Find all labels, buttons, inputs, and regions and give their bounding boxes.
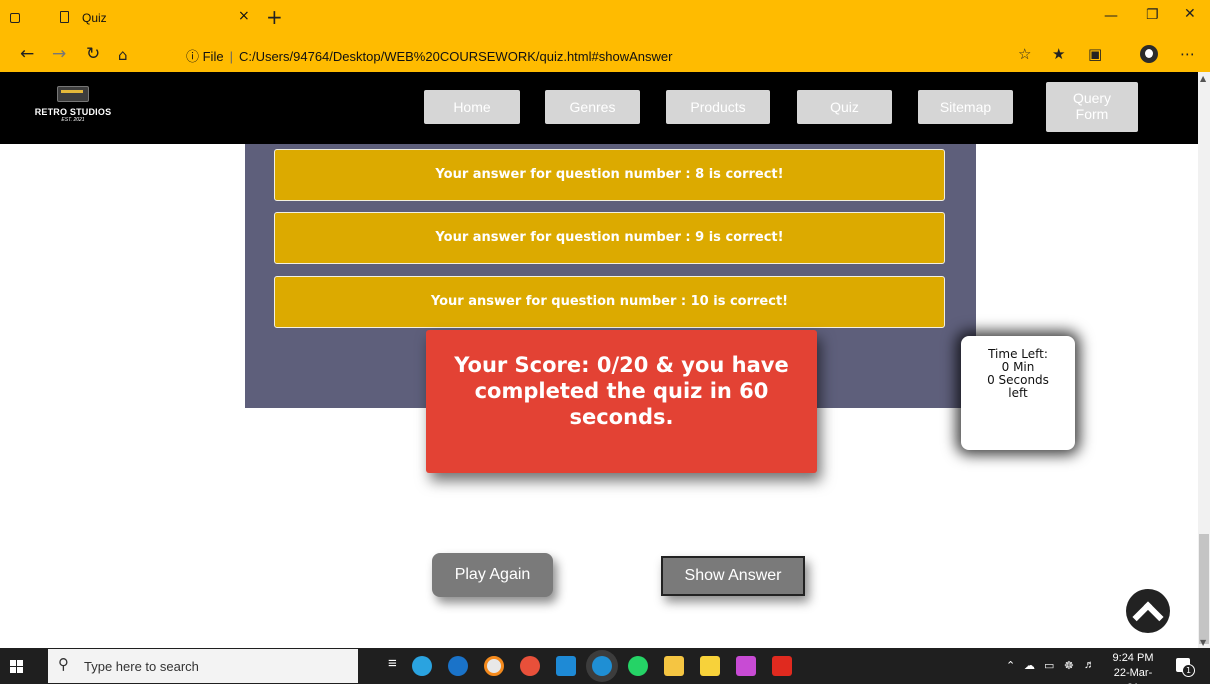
site-logo[interactable]: RETRO STUDIOS EST. 2021	[32, 86, 114, 123]
answer-result: Your answer for question number : 9 is c…	[274, 212, 945, 264]
nav-home[interactable]: Home	[424, 90, 520, 124]
nav-genres[interactable]: Genres	[545, 90, 640, 124]
chrome-icon[interactable]	[520, 656, 540, 676]
notifications-icon[interactable]: 1	[1176, 658, 1195, 677]
scroll-up-icon[interactable]: ▲	[1200, 74, 1206, 83]
site-info-label[interactable]: ⓘ File	[186, 49, 224, 64]
taskbar-clock[interactable]: 9:24 PM 22-Mar-21	[1110, 651, 1156, 696]
play-again-button[interactable]: Play Again	[432, 553, 553, 597]
address-bar-row: ← → ↻ ⌂ ⓘ File | C:/Users/94764/Desktop/WE…	[0, 36, 1210, 72]
scroll-to-top-button[interactable]	[1126, 589, 1170, 633]
address-field[interactable]: ⓘ File | C:/Users/94764/Desktop/WEB%20COUR…	[186, 46, 672, 65]
collections-icon[interactable]: ▣	[1088, 45, 1102, 63]
windows-start-icon[interactable]	[10, 660, 23, 673]
acrobat-icon[interactable]	[772, 656, 792, 676]
logo-tagline: EST. 2021	[61, 117, 85, 123]
logo-name: RETRO STUDIOS	[34, 107, 112, 117]
refresh-icon[interactable]: ↻	[86, 44, 100, 64]
score-summary: Your Score: 0/20 & you have completed th…	[426, 330, 817, 473]
clock-date: 22-Mar-21	[1113, 667, 1153, 694]
close-tab-icon[interactable]: ×	[238, 8, 250, 24]
home-icon[interactable]: ⌂	[118, 46, 128, 64]
address-separator: |	[229, 49, 233, 64]
onedrive-icon[interactable]: ☁	[1024, 659, 1035, 672]
clock-time: 9:24 PM	[1112, 652, 1154, 664]
tab-actions-icon[interactable]	[10, 13, 20, 23]
scrollbar-thumb[interactable]	[1199, 534, 1209, 644]
back-icon[interactable]: ←	[20, 44, 34, 64]
battery-icon[interactable]: ▭	[1044, 659, 1054, 672]
favorite-add-icon[interactable]: ☆	[1018, 45, 1031, 63]
browser-tab-bar: Quiz × + — ❐ ✕	[0, 0, 1210, 36]
minimize-icon[interactable]: —	[1104, 8, 1118, 24]
new-tab-button[interactable]: +	[266, 5, 283, 29]
search-placeholder: Type here to search	[84, 659, 199, 674]
page-icon	[60, 11, 69, 23]
taskbar: ⚲ Type here to search ≡ ⌃ ☁ ▭ ☸ ♬ 9:24 P…	[0, 648, 1210, 694]
favorites-icon[interactable]: ★	[1052, 45, 1065, 63]
show-answer-button[interactable]: Show Answer	[661, 556, 805, 596]
nav-quiz[interactable]: Quiz	[797, 90, 892, 124]
volume-icon[interactable]: ♬	[1084, 659, 1095, 671]
page-scrollbar[interactable]: ▲ ▼	[1198, 72, 1210, 648]
edge-icon[interactable]	[592, 656, 612, 676]
close-window-icon[interactable]: ✕	[1184, 6, 1196, 22]
forward-icon[interactable]: →	[52, 44, 66, 64]
mail-icon[interactable]	[448, 656, 468, 676]
time-left-box: Time Left: 0 Min 0 Seconds left	[961, 336, 1075, 450]
nav-query-form-line1: Query	[1072, 90, 1112, 106]
search-icon: ⚲	[58, 655, 69, 673]
url-text[interactable]: C:/Users/94764/Desktop/WEB%20COURSEWORK/…	[239, 49, 672, 64]
vscode-icon[interactable]	[556, 656, 576, 676]
taskbar-search-box[interactable]: ⚲ Type here to search	[48, 649, 358, 683]
timer-line-4: left	[1008, 386, 1028, 400]
network-icon[interactable]: ☸	[1064, 659, 1074, 672]
restore-icon[interactable]: ❐	[1146, 7, 1159, 23]
more-menu-icon[interactable]: ⋯	[1180, 45, 1195, 63]
file-explorer-icon[interactable]	[664, 656, 684, 676]
nav-query-form-line2: Form	[1075, 106, 1109, 122]
notification-count: 1	[1182, 664, 1195, 677]
answer-result: Your answer for question number : 10 is …	[274, 276, 945, 328]
whatsapp-icon[interactable]	[628, 656, 648, 676]
show-hidden-icons-icon[interactable]: ⌃	[1006, 659, 1015, 672]
nav-products[interactable]: Products	[666, 90, 770, 124]
telegram-icon[interactable]	[412, 656, 432, 676]
browser-tab[interactable]: Quiz ×	[42, 6, 260, 36]
profile-avatar[interactable]	[1140, 45, 1158, 63]
scroll-down-icon[interactable]: ▼	[1200, 638, 1206, 647]
answer-result: Your answer for question number : 8 is c…	[274, 149, 945, 201]
nav-query-form[interactable]: Query Form	[1046, 82, 1138, 132]
sticky-notes-icon[interactable]	[700, 656, 720, 676]
task-view-icon[interactable]: ≡	[388, 655, 397, 672]
tab-title: Quiz	[82, 11, 107, 25]
cassette-icon	[57, 86, 89, 102]
intellij-icon[interactable]	[736, 656, 756, 676]
media-player-icon[interactable]	[484, 656, 504, 676]
nav-sitemap[interactable]: Sitemap	[918, 90, 1013, 124]
